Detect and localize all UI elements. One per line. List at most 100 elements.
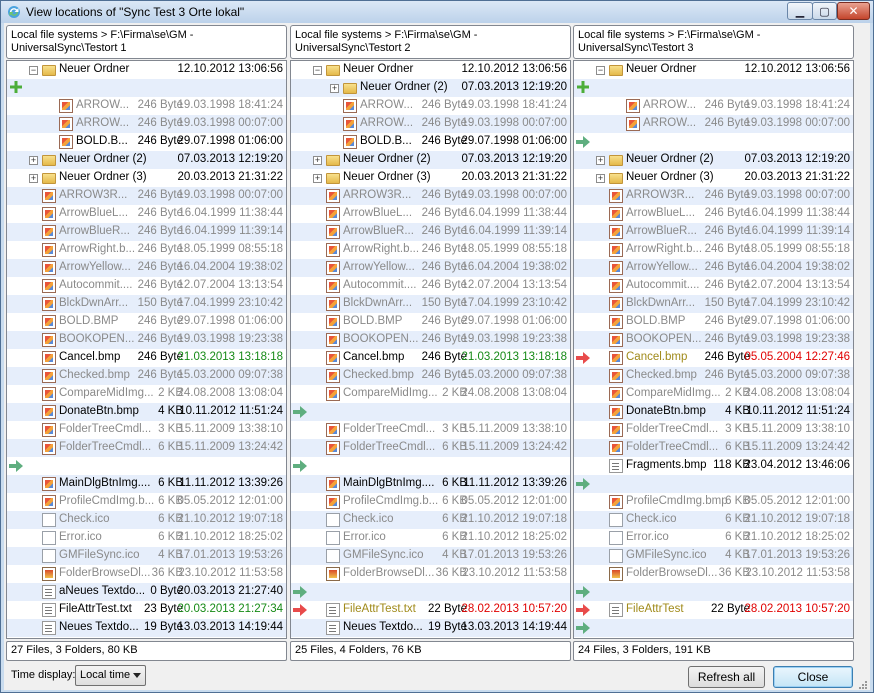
- file-row[interactable]: ArrowBlueR... 246 Byte 16.04.1999 11:39:14: [291, 223, 570, 241]
- file-row[interactable]: BOOKOPEN... 246 Byte 19.03.1998 19:23:38: [7, 331, 286, 349]
- expand-icon[interactable]: +: [29, 156, 38, 165]
- file-row[interactable]: Cancel.bmp 246 Byte 21.03.2013 13:18:18: [7, 349, 286, 367]
- expand-icon[interactable]: +: [313, 156, 322, 165]
- file-list-3[interactable]: − Neuer Ordner 12.10.2012 13:06:56 ARROW...…: [573, 60, 854, 639]
- file-row[interactable]: ProfileCmdImg.b... 6 KB 05.05.2012 12:01:0…: [291, 493, 570, 511]
- file-row[interactable]: FolderTreeCmdl... 6 KB 15.11.2009 13:24:42: [7, 439, 286, 457]
- file-row[interactable]: BlckDwnArr... 150 Byte 17.04.1999 23:10:42: [291, 295, 570, 313]
- file-row[interactable]: CompareMidImg... 2 KB 24.08.2008 13:08:04: [574, 385, 853, 403]
- file-row[interactable]: Autocommit.... 246 Byte 12.07.2004 13:13:5…: [291, 277, 570, 295]
- collapse-icon[interactable]: −: [313, 66, 322, 75]
- folder-row[interactable]: + Neuer Ordner (2) 07.03.2013 12:19:20: [574, 151, 853, 169]
- file-row[interactable]: Check.ico 6 KB 21.10.2012 19:07:18: [291, 511, 570, 529]
- file-row[interactable]: ProfileCmdImg.b... 6 KB 05.05.2012 12:01:0…: [7, 493, 286, 511]
- expand-icon[interactable]: +: [596, 156, 605, 165]
- title-bar[interactable]: View locations of "Sync Test 3 Orte loka…: [1, 1, 873, 23]
- folder-row[interactable]: + Neuer Ordner (3) 20.03.2013 21:31:22: [7, 169, 286, 187]
- placeholder-row[interactable]: [574, 79, 853, 97]
- file-row[interactable]: ARROW3R... 246 Byte 19.03.1998 00:07:00: [7, 187, 286, 205]
- file-row[interactable]: FolderBrowseDl... 36 KB 23.10.2012 11:53:5…: [574, 565, 853, 583]
- file-row[interactable]: ARROW... 246 Byte 19.03.1998 00:07:00: [291, 115, 570, 133]
- file-row[interactable]: ArrowRight.b... 246 Byte 18.05.1999 08:55:…: [7, 241, 286, 259]
- file-row[interactable]: FolderBrowseDl... 36 KB 23.10.2012 11:53:5…: [7, 565, 286, 583]
- file-row[interactable]: FolderTreeCmdl... 3 KB 15.11.2009 13:38:10: [291, 421, 570, 439]
- file-row[interactable]: MainDlgBtnImg.... 6 KB 11.11.2012 13:39:26: [7, 475, 286, 493]
- file-row[interactable]: FolderBrowseDl... 36 KB 23.10.2012 11:53:5…: [291, 565, 570, 583]
- file-row[interactable]: ArrowRight.b... 246 Byte 18.05.1999 08:55:…: [291, 241, 570, 259]
- collapse-icon[interactable]: −: [596, 66, 605, 75]
- refresh-all-button[interactable]: Refresh all: [688, 666, 765, 688]
- file-row[interactable]: Fragments.bmp 118 KB 23.04.2012 13:46:06: [574, 457, 853, 475]
- maximize-button[interactable]: ▢: [812, 2, 837, 20]
- resize-grip-icon[interactable]: [858, 680, 868, 690]
- file-row[interactable]: ArrowBlueR... 246 Byte 16.04.1999 11:39:14: [574, 223, 853, 241]
- file-row[interactable]: BOLD.B... 246 Byte 29.07.1998 01:06:00: [7, 133, 286, 151]
- file-row[interactable]: aNeues Textdo... 0 Byte 20.03.2013 21:27:4…: [7, 583, 286, 601]
- file-row[interactable]: GMFileSync.ico 4 KB 17.01.2013 19:53:26: [291, 547, 570, 565]
- placeholder-row[interactable]: [291, 457, 570, 475]
- collapse-icon[interactable]: −: [29, 66, 38, 75]
- file-row[interactable]: BlckDwnArr... 150 Byte 17.04.1999 23:10:42: [574, 295, 853, 313]
- close-button[interactable]: Close: [773, 666, 853, 688]
- file-row[interactable]: BOLD.BMP 246 Byte 29.07.1998 01:06:00: [7, 313, 286, 331]
- file-row[interactable]: BOOKOPEN... 246 Byte 19.03.1998 19:23:38: [291, 331, 570, 349]
- file-row[interactable]: Check.ico 6 KB 21.10.2012 19:07:18: [7, 511, 286, 529]
- expand-icon[interactable]: +: [313, 174, 322, 183]
- file-row[interactable]: Checked.bmp 246 Byte 15.03.2000 09:07:38: [574, 367, 853, 385]
- time-display-select[interactable]: Local time: [75, 665, 146, 686]
- file-row[interactable]: BOLD.BMP 246 Byte 29.07.1998 01:06:00: [574, 313, 853, 331]
- file-row[interactable]: CompareMidImg... 2 KB 24.08.2008 13:08:04: [7, 385, 286, 403]
- file-row[interactable]: BOLD.B... 246 Byte 29.07.1998 01:06:00: [291, 133, 570, 151]
- placeholder-row[interactable]: [574, 133, 853, 151]
- file-row[interactable]: Cancel.bmp 246 Byte 21.03.2013 13:18:18: [291, 349, 570, 367]
- file-row[interactable]: FolderTreeCmdl... 6 KB 15.11.2009 13:24:42: [291, 439, 570, 457]
- file-row[interactable]: Autocommit.... 246 Byte 12.07.2004 13:13:5…: [7, 277, 286, 295]
- folder-row[interactable]: + Neuer Ordner (2) 07.03.2013 12:19:20: [291, 151, 570, 169]
- file-row[interactable]: ARROW... 246 Byte 19.03.1998 18:41:24: [574, 97, 853, 115]
- file-row[interactable]: BOOKOPEN... 246 Byte 19.03.1998 19:23:38: [574, 331, 853, 349]
- file-row[interactable]: DonateBtn.bmp 4 KB 10.11.2012 11:51:24: [7, 403, 286, 421]
- file-row[interactable]: ArrowYellow... 246 Byte 16.04.2004 19:38:0…: [291, 259, 570, 277]
- placeholder-row[interactable]: [574, 583, 853, 601]
- placeholder-row[interactable]: [7, 79, 286, 97]
- file-row[interactable]: FileAttrTest.txt 23 Byte 20.03.2013 21:27:…: [7, 601, 286, 619]
- file-row[interactable]: FileAttrTest.txt 22 Byte 28.02.2013 10:57:…: [291, 601, 570, 619]
- placeholder-row[interactable]: [291, 403, 570, 421]
- file-row[interactable]: Error.ico 6 KB 21.10.2012 18:25:02: [7, 529, 286, 547]
- file-row[interactable]: Neues Textdo... 19 Byte 13.03.2013 14:19:4…: [7, 619, 286, 637]
- file-row[interactable]: ARROW3R... 246 Byte 19.03.1998 00:07:00: [291, 187, 570, 205]
- file-row[interactable]: ArrowBlueL... 246 Byte 16.04.1999 11:38:44: [7, 205, 286, 223]
- expand-icon[interactable]: +: [29, 174, 38, 183]
- file-row[interactable]: CompareMidImg... 2 KB 24.08.2008 13:08:04: [291, 385, 570, 403]
- file-row[interactable]: FolderTreeCmdl... 3 KB 15.11.2009 13:38:10: [7, 421, 286, 439]
- expand-icon[interactable]: +: [596, 174, 605, 183]
- placeholder-row[interactable]: [291, 583, 570, 601]
- folder-row[interactable]: + Neuer Ordner (2) 07.03.2013 12:19:20: [7, 151, 286, 169]
- file-row[interactable]: Neues Textdo... 19 Byte 13.03.2013 14:19:4…: [291, 619, 570, 637]
- folder-row[interactable]: − Neuer Ordner 12.10.2012 13:06:56: [574, 61, 853, 79]
- file-row[interactable]: ArrowYellow... 246 Byte 16.04.2004 19:38:0…: [7, 259, 286, 277]
- folder-row[interactable]: + Neuer Ordner (3) 20.03.2013 21:31:22: [574, 169, 853, 187]
- file-list-2[interactable]: − Neuer Ordner 12.10.2012 13:06:56 + Neuer O…: [290, 60, 571, 639]
- file-row[interactable]: MainDlgBtnImg.... 6 KB 11.11.2012 13:39:26: [291, 475, 570, 493]
- file-row[interactable]: Error.ico 6 KB 21.10.2012 18:25:02: [291, 529, 570, 547]
- file-row[interactable]: ArrowBlueR... 246 Byte 16.04.1999 11:39:14: [7, 223, 286, 241]
- file-row[interactable]: ArrowBlueL... 246 Byte 16.04.1999 11:38:44: [574, 205, 853, 223]
- folder-row[interactable]: − Neuer Ordner 12.10.2012 13:06:56: [291, 61, 570, 79]
- file-row[interactable]: GMFileSync.ico 4 KB 17.01.2013 19:53:26: [574, 547, 853, 565]
- file-row[interactable]: ARROW... 246 Byte 19.03.1998 00:07:00: [7, 115, 286, 133]
- file-row[interactable]: Cancel.bmp 246 Byte 05.05.2004 12:27:46: [574, 349, 853, 367]
- file-row[interactable]: ARROW... 246 Byte 19.03.1998 18:41:24: [291, 97, 570, 115]
- file-row[interactable]: ArrowBlueL... 246 Byte 16.04.1999 11:38:44: [291, 205, 570, 223]
- file-row[interactable]: FileAttrTest 22 Byte 28.02.2013 10:57:20: [574, 601, 853, 619]
- file-row[interactable]: BlckDwnArr... 150 Byte 17.04.1999 23:10:42: [7, 295, 286, 313]
- minimize-button[interactable]: ▁: [787, 2, 813, 20]
- file-row[interactable]: ARROW... 246 Byte 19.03.1998 18:41:24: [7, 97, 286, 115]
- file-row[interactable]: FolderTreeCmdl... 6 KB 15.11.2009 13:24:42: [574, 439, 853, 457]
- file-row[interactable]: DonateBtn.bmp 4 KB 10.11.2012 11:51:24: [574, 403, 853, 421]
- folder-row[interactable]: + Neuer Ordner (2) 07.03.2013 12:19:20: [291, 79, 570, 97]
- file-row[interactable]: ArrowYellow... 246 Byte 16.04.2004 19:38:0…: [574, 259, 853, 277]
- file-row[interactable]: Check.ico 6 KB 21.10.2012 19:07:18: [574, 511, 853, 529]
- file-row[interactable]: BOLD.BMP 246 Byte 29.07.1998 01:06:00: [291, 313, 570, 331]
- file-row[interactable]: ARROW... 246 Byte 19.03.1998 00:07:00: [574, 115, 853, 133]
